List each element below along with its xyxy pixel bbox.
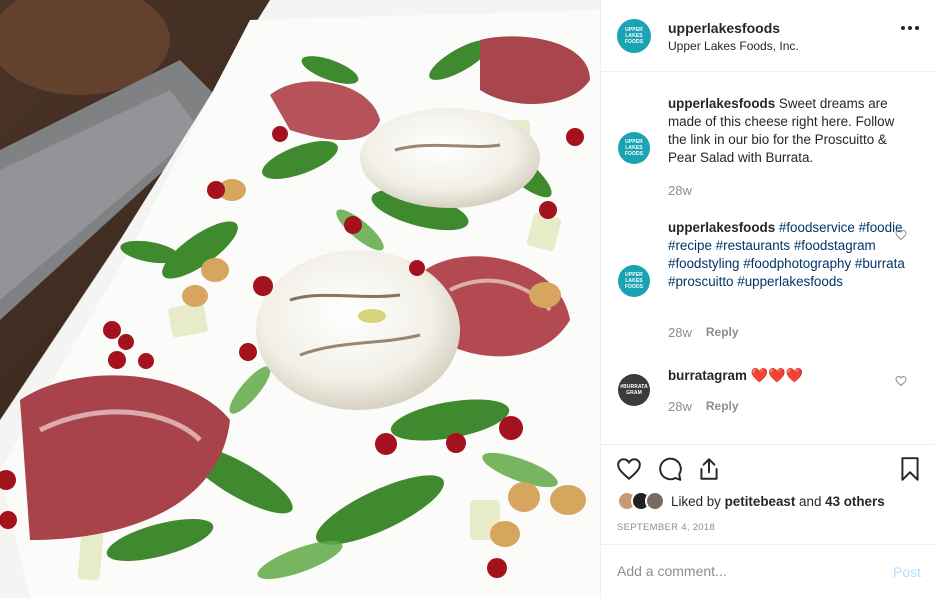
hashtag[interactable]: #foodphotography [743,256,851,271]
comment-time[interactable]: 28w [668,325,692,340]
liker-avatar[interactable] [645,491,665,511]
hashtag[interactable]: #burrata [855,256,905,271]
comment-body: ❤️❤️❤️ [750,367,803,383]
bookmark-icon[interactable] [897,456,923,482]
hashtag[interactable]: #foodstagram [794,238,876,253]
instagram-post: UPPER LAKES FOODS upperlakesfoods Upper … [0,0,934,598]
avatar[interactable]: UPPER LAKES FOODS [618,132,650,164]
comment-meta: 28w [668,183,692,198]
avatar[interactable]: UPPER LAKES FOODS [617,19,651,53]
hashtag[interactable]: #restaurants [716,238,790,253]
comment-time[interactable]: 28w [668,183,692,198]
comment-meta: 28w Reply [668,399,739,414]
comment-username[interactable]: upperlakesfoods [668,96,775,111]
post-photo[interactable] [0,0,600,598]
comment-input[interactable] [617,563,877,579]
hashtag[interactable]: #proscuitto [668,274,734,289]
hashtag[interactable]: #foodservice [779,220,855,235]
comment-time[interactable]: 28w [668,399,692,414]
likes-prefix: Liked by [671,493,721,509]
heart-icon[interactable] [895,375,907,387]
comment-text: upperlakesfoods #foodservice #foodie #re… [668,219,908,291]
share-icon[interactable] [696,456,722,482]
comments-list: UPPER LAKES FOODS upperlakesfoods Sweet … [601,72,934,444]
heart-icon[interactable] [895,229,907,241]
heart-icon[interactable] [616,456,642,482]
avatar[interactable]: UPPER LAKES FOODS [618,265,650,297]
post-header: UPPER LAKES FOODS upperlakesfoods Upper … [601,0,934,72]
comment-username[interactable]: burratagram [668,368,747,383]
post-side-panel: UPPER LAKES FOODS upperlakesfoods Upper … [600,0,934,598]
likes-text: Liked by petitebeast and 43 others [671,494,885,509]
comment-username[interactable]: upperlakesfoods [668,220,775,235]
hashtag[interactable]: #foodstyling [668,256,739,271]
comment-icon[interactable] [657,456,683,482]
burrata-salad-photo [0,0,600,598]
likes-row: Liked by petitebeast and 43 others [617,491,885,511]
post-button[interactable]: Post [893,564,921,580]
comment-meta: 28w Reply [668,325,739,340]
hashtag[interactable]: #upperlakesfoods [737,274,843,289]
post-date[interactable]: SEPTEMBER 4, 2018 [617,522,715,533]
likes-connector: and [799,493,822,509]
likes-others-link[interactable]: 43 others [825,494,885,509]
liker-username[interactable]: petitebeast [725,494,796,509]
more-icon[interactable] [901,26,919,30]
header-username[interactable]: upperlakesfoods [668,20,780,36]
action-bar: Liked by petitebeast and 43 others SEPTE… [601,444,934,544]
reply-button[interactable]: Reply [706,399,739,414]
header-subtitle[interactable]: Upper Lakes Foods, Inc. [668,39,799,53]
hashtag[interactable]: #recipe [668,238,712,253]
add-comment-bar: Post [601,544,934,598]
avatar[interactable]: #BURRATA GRAM [618,374,650,406]
comment-text: burratagram ❤️❤️❤️ [668,366,908,385]
reply-button[interactable]: Reply [706,325,739,340]
caption-text: upperlakesfoods Sweet dreams are made of… [668,95,908,167]
